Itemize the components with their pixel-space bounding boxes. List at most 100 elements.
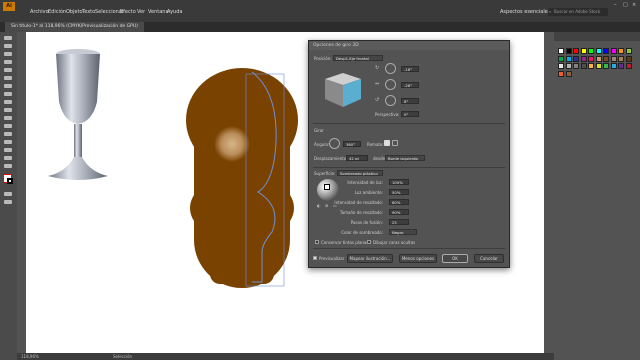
swatch[interactable] [603, 48, 609, 54]
preserve-spot-checkbox[interactable] [315, 240, 319, 244]
light-source-handle[interactable] [324, 184, 330, 190]
rotate-z-field[interactable]: 8° [401, 98, 419, 104]
surface-select[interactable]: Sombreado plástico [337, 170, 383, 176]
ok-button[interactable]: OK [442, 254, 468, 263]
swatch[interactable] [565, 48, 572, 54]
swatch[interactable] [573, 63, 579, 69]
menu-ayuda[interactable]: Ayuda [167, 9, 182, 15]
type-tool-icon[interactable] [4, 76, 12, 80]
swatch[interactable] [565, 70, 572, 77]
swatch[interactable] [610, 48, 617, 54]
maximize-icon[interactable]: □ [623, 2, 628, 8]
rotation-cube-preview[interactable] [321, 67, 365, 111]
swatch[interactable] [610, 63, 617, 69]
swatch[interactable] [558, 63, 564, 69]
swatch[interactable] [558, 55, 564, 62]
ambient-light-field[interactable]: 50% [389, 189, 409, 195]
menu-edicion[interactable]: Edición [48, 9, 66, 15]
draw-mode-icon[interactable] [4, 192, 12, 196]
search-input[interactable]: Buscar en Adobe Stock ⌕ [548, 8, 608, 16]
swatch[interactable] [603, 63, 609, 69]
swatch[interactable] [580, 48, 587, 54]
close-icon[interactable]: × [632, 2, 636, 8]
swatch[interactable] [573, 55, 579, 62]
width-tool-icon[interactable] [4, 140, 12, 144]
zoom-level[interactable]: 118,96% [21, 354, 39, 359]
highlight-intensity-field[interactable]: 60% [389, 199, 409, 205]
swatch[interactable] [625, 55, 632, 62]
swatch[interactable] [558, 70, 564, 77]
swatch[interactable] [603, 55, 609, 62]
swatch[interactable] [580, 63, 587, 69]
rectangle-tool-icon[interactable] [4, 92, 12, 96]
eraser-tool-icon[interactable] [4, 116, 12, 120]
swatch[interactable] [610, 55, 617, 62]
rotate-y-field[interactable]: -26° [401, 82, 419, 88]
stroke-swatch-icon[interactable] [7, 178, 13, 184]
pencil-tool-icon[interactable] [4, 108, 12, 112]
rotate-x-dial[interactable] [385, 63, 396, 74]
swatch[interactable] [625, 63, 632, 69]
direct-selection-tool-icon[interactable] [4, 44, 12, 48]
swatch[interactable] [580, 55, 587, 62]
swatch[interactable] [588, 63, 594, 69]
swatch[interactable] [558, 48, 564, 54]
menu-archivo[interactable]: Archivo [30, 9, 49, 15]
rotate-x-field[interactable]: -18° [401, 66, 419, 72]
move-light-back-icon[interactable]: ◐ [317, 203, 321, 208]
curvature-tool-icon[interactable] [4, 68, 12, 72]
menu-texto[interactable]: Texto [82, 9, 95, 15]
swatch[interactable] [565, 55, 572, 62]
fewer-options-button[interactable]: Menos opciones [399, 254, 437, 263]
lighting-sphere-preview[interactable] [317, 179, 339, 201]
line-tool-icon[interactable] [4, 84, 12, 88]
from-select[interactable]: Borde izquierdo [385, 155, 425, 161]
shape-builder-tool-icon[interactable] [4, 148, 12, 152]
eyedropper-tool-icon[interactable] [4, 164, 12, 168]
menu-objeto[interactable]: Objeto [66, 9, 83, 15]
angle-dial[interactable] [329, 138, 340, 149]
blend-steps-field[interactable]: 25 [389, 219, 409, 225]
swatch[interactable] [565, 63, 572, 69]
paintbrush-tool-icon[interactable] [4, 100, 12, 104]
light-intensity-field[interactable]: 100% [389, 179, 409, 185]
perspective-field[interactable]: 0° [401, 111, 419, 117]
rotate-y-dial[interactable] [385, 79, 396, 90]
menu-ventana[interactable]: Ventana [148, 9, 169, 15]
rotate-tool-icon[interactable] [4, 124, 12, 128]
screen-mode-icon[interactable] [4, 200, 12, 204]
swatch[interactable] [595, 63, 602, 69]
highlight-size-field[interactable]: 90% [389, 209, 409, 215]
menu-efecto[interactable]: Efecto [120, 9, 136, 15]
shading-color-select[interactable]: Negro [389, 229, 417, 235]
swatch[interactable] [573, 48, 579, 54]
cap-off-icon[interactable] [392, 140, 398, 146]
swatch[interactable] [588, 55, 594, 62]
draw-hidden-faces-checkbox[interactable] [367, 240, 371, 244]
swatch[interactable] [595, 48, 602, 54]
workspace-switcher[interactable]: Aspectos esenciales [500, 9, 550, 15]
menu-ver[interactable]: Ver [137, 9, 145, 15]
rotate-z-dial[interactable] [385, 95, 396, 106]
swatch[interactable] [618, 55, 624, 62]
angle-field[interactable]: 360° [343, 141, 361, 147]
swatch[interactable] [588, 48, 594, 54]
offset-field[interactable]: 42 pt [346, 155, 368, 161]
cap-on-icon[interactable] [384, 140, 390, 146]
swatch[interactable] [618, 48, 624, 54]
magic-wand-tool-icon[interactable] [4, 52, 12, 56]
scale-tool-icon[interactable] [4, 132, 12, 136]
gradient-tool-icon[interactable] [4, 156, 12, 160]
minimize-icon[interactable]: – [614, 2, 617, 8]
document-tab[interactable]: Sin título-1* al 118,96% (CMYK/Previsual… [5, 22, 144, 32]
swatch[interactable] [618, 63, 624, 69]
pen-tool-icon[interactable] [4, 60, 12, 64]
cancel-button[interactable]: Cancelar [474, 254, 504, 263]
map-art-button[interactable]: Mapear ilustración... [347, 254, 393, 263]
preview-checkbox[interactable] [313, 256, 317, 260]
swatch[interactable] [595, 55, 602, 62]
search-icon: ⌕ [549, 9, 552, 14]
position-select[interactable]: Desp1-Eje frontal [333, 55, 383, 61]
swatch[interactable] [625, 48, 632, 54]
selection-tool-icon[interactable] [4, 36, 12, 40]
